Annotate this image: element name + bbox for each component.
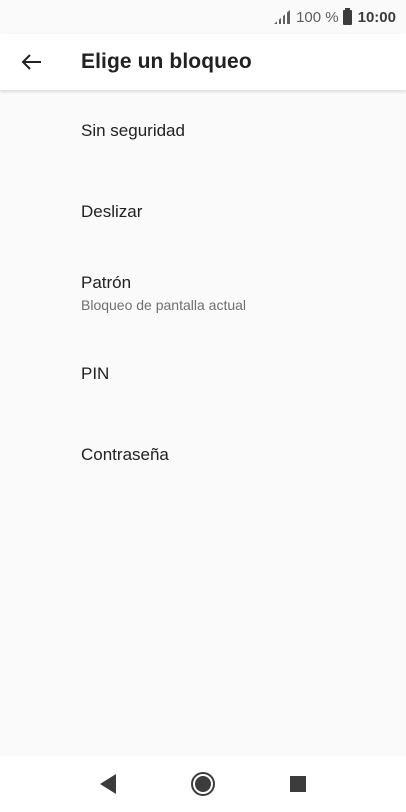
option-label: Patrón xyxy=(81,272,132,292)
navigation-bar xyxy=(0,756,406,812)
option-pin[interactable]: PIN xyxy=(0,333,406,414)
battery-percent: 100 % xyxy=(296,8,339,26)
clock: 10:00 xyxy=(357,8,396,26)
option-subtitle: Bloqueo de pantalla actual xyxy=(81,296,247,313)
option-label: Sin seguridad xyxy=(81,120,185,140)
home-circle-icon xyxy=(190,772,215,796)
option-deslizar[interactable]: Deslizar xyxy=(0,171,406,252)
arrow-back-icon xyxy=(21,54,41,70)
option-contrasena[interactable]: Contraseña xyxy=(0,414,406,495)
option-patron[interactable]: Patrón Bloqueo de pantalla actual xyxy=(0,252,406,333)
nav-recents-button[interactable] xyxy=(278,764,318,804)
signal-icon xyxy=(274,10,291,24)
recents-square-icon xyxy=(290,776,307,792)
screen: 100 % 10:00 Elige un bloqueo Sin segurid… xyxy=(0,0,406,812)
option-label: Contraseña xyxy=(81,444,169,464)
option-sin-seguridad[interactable]: Sin seguridad xyxy=(0,90,406,171)
back-button[interactable] xyxy=(16,46,48,78)
page-title: Elige un bloqueo xyxy=(81,50,252,73)
app-bar: Elige un bloqueo xyxy=(0,34,406,90)
lock-options-list: Sin seguridad Deslizar Patrón Bloqueo de… xyxy=(0,90,406,495)
status-bar: 100 % 10:00 xyxy=(0,0,406,34)
nav-back-button[interactable] xyxy=(88,764,128,804)
option-label: Deslizar xyxy=(81,201,143,221)
nav-home-button[interactable] xyxy=(183,764,223,804)
back-triangle-icon xyxy=(99,774,116,794)
battery-icon xyxy=(342,7,352,25)
option-label: PIN xyxy=(81,363,110,383)
